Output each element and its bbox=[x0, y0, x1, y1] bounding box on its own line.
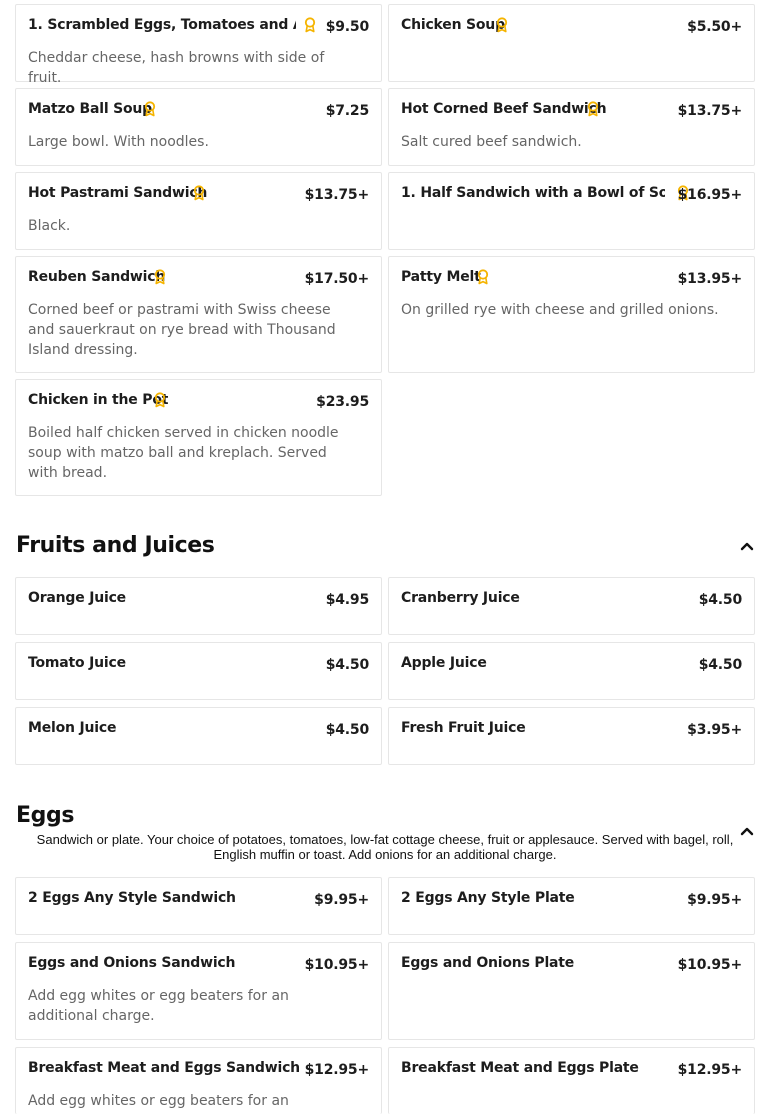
item-price: $12.95+ bbox=[304, 1062, 370, 1078]
menu-item-card[interactable]: Breakfast Meat and Eggs Plate $12.95+ bbox=[388, 1047, 755, 1114]
item-price: $5.50+ bbox=[687, 19, 742, 35]
award-ribbon-icon bbox=[193, 185, 205, 201]
item-name: Reuben Sandwich bbox=[28, 269, 166, 285]
menu-item-card[interactable]: Eggs and Onions Sandwich $10.95+ Add egg… bbox=[15, 942, 382, 1040]
item-price: $9.95+ bbox=[687, 892, 742, 908]
item-name: Hot Pastrami Sandwich bbox=[28, 185, 208, 201]
item-name: Chicken Soup bbox=[401, 17, 505, 33]
item-name: Matzo Ball Soup bbox=[28, 101, 152, 117]
item-price: $17.50+ bbox=[304, 271, 370, 287]
menu-item-card[interactable]: Fresh Fruit Juice $3.95+ bbox=[388, 707, 755, 765]
menu-item-card[interactable]: Breakfast Meat and Eggs Sandwich $12.95+… bbox=[15, 1047, 382, 1114]
section-title-fruits: Fruits and Juices bbox=[16, 533, 215, 558]
item-name: Breakfast Meat and Eggs Plate bbox=[401, 1060, 639, 1076]
item-price: $3.95+ bbox=[687, 722, 742, 738]
menu-item-card[interactable]: Melon Juice $4.50 bbox=[15, 707, 382, 765]
item-name: Chicken in the Pot bbox=[28, 392, 169, 408]
item-name: Hot Corned Beef Sandwich bbox=[401, 101, 607, 117]
item-price: $7.25 bbox=[325, 103, 369, 119]
item-name: Patty Melt bbox=[401, 269, 481, 285]
item-description: Add egg whites or egg beaters for an add… bbox=[28, 1093, 289, 1114]
item-price: $4.95 bbox=[325, 592, 369, 608]
item-price: $4.50 bbox=[698, 592, 742, 608]
item-name: Cranberry Juice bbox=[401, 590, 520, 606]
item-price: $13.75+ bbox=[677, 103, 743, 119]
menu-item-card[interactable]: 1. Scrambled Eggs, Tomatoes and Avo... $… bbox=[15, 4, 382, 86]
item-price: $10.95+ bbox=[677, 957, 743, 973]
menu-item-card[interactable]: Chicken in the Pot $23.95 Boiled half ch… bbox=[15, 379, 382, 496]
item-price: $23.95 bbox=[316, 394, 369, 410]
item-price: $13.95+ bbox=[677, 271, 743, 287]
item-description: Add egg whites or egg beaters for an add… bbox=[28, 988, 289, 1024]
item-name: Melon Juice bbox=[28, 720, 117, 736]
item-price: $9.50 bbox=[325, 19, 369, 35]
menu-item-card[interactable]: Cranberry Juice $4.50 bbox=[388, 577, 755, 635]
item-name: 1. Half Sandwich with a Bowl of Soup ... bbox=[401, 185, 665, 201]
item-description: On grilled rye with cheese and grilled o… bbox=[401, 302, 719, 318]
section-title-eggs: Eggs bbox=[16, 803, 75, 828]
item-price: $9.95+ bbox=[314, 892, 369, 908]
item-name: 2 Eggs Any Style Plate bbox=[401, 890, 575, 906]
award-ribbon-icon bbox=[144, 101, 156, 117]
menu-item-card[interactable]: Chicken Soup $5.50+ bbox=[388, 4, 755, 82]
item-price: $16.95+ bbox=[677, 187, 743, 203]
menu-item-card[interactable]: Orange Juice $4.95 bbox=[15, 577, 382, 635]
item-name: Breakfast Meat and Eggs Sandwich bbox=[28, 1060, 300, 1076]
item-description: Salt cured beef sandwich. bbox=[401, 134, 582, 150]
item-description: Cheddar cheese, hash browns with side of… bbox=[28, 50, 325, 86]
item-description: Boiled half chicken served in chicken no… bbox=[28, 425, 339, 481]
menu-item-card[interactable]: 2 Eggs Any Style Sandwich $9.95+ bbox=[15, 877, 382, 935]
menu-item-card[interactable]: Tomato Juice $4.50 bbox=[15, 642, 382, 700]
menu-item-card[interactable]: Apple Juice $4.50 bbox=[388, 642, 755, 700]
menu-item-card[interactable]: Reuben Sandwich $17.50+ Corned beef or p… bbox=[15, 256, 382, 373]
item-name: Fresh Fruit Juice bbox=[401, 720, 526, 736]
award-ribbon-icon bbox=[496, 17, 508, 33]
award-ribbon-icon bbox=[154, 269, 166, 285]
menu-item-card[interactable]: Hot Pastrami Sandwich $13.75+ Black. bbox=[15, 172, 382, 250]
award-ribbon-icon bbox=[477, 269, 489, 285]
item-price: $4.50 bbox=[698, 657, 742, 673]
menu-item-card[interactable]: 1. Half Sandwich with a Bowl of Soup ...… bbox=[388, 172, 755, 250]
menu-item-card[interactable]: Patty Melt $13.95+ On grilled rye with c… bbox=[388, 256, 755, 373]
item-name: Tomato Juice bbox=[28, 655, 126, 671]
item-name: Apple Juice bbox=[401, 655, 487, 671]
item-name: 1. Scrambled Eggs, Tomatoes and Avo... bbox=[28, 17, 296, 33]
award-ribbon-icon bbox=[304, 17, 316, 33]
item-name: Eggs and Onions Plate bbox=[401, 955, 575, 971]
item-price: $4.50 bbox=[325, 722, 369, 738]
item-price: $10.95+ bbox=[304, 957, 370, 973]
menu-item-card[interactable]: Matzo Ball Soup $7.25 Large bowl. With n… bbox=[15, 88, 382, 166]
item-name: 2 Eggs Any Style Sandwich bbox=[28, 890, 236, 906]
item-description: Large bowl. With noodles. bbox=[28, 134, 209, 150]
chevron-up-icon[interactable] bbox=[740, 539, 754, 553]
item-price: $12.95+ bbox=[677, 1062, 743, 1078]
menu-item-card[interactable]: 2 Eggs Any Style Plate $9.95+ bbox=[388, 877, 755, 935]
section-description: Sandwich or plate. Your choice of potato… bbox=[36, 832, 734, 862]
item-name: Orange Juice bbox=[28, 590, 126, 606]
item-price: $13.75+ bbox=[304, 187, 370, 203]
award-ribbon-icon bbox=[154, 392, 166, 408]
award-ribbon-icon bbox=[587, 101, 599, 117]
menu-item-card[interactable]: Hot Corned Beef Sandwich $13.75+ Salt cu… bbox=[388, 88, 755, 166]
item-name: Eggs and Onions Sandwich bbox=[28, 955, 236, 971]
menu-item-card[interactable]: Eggs and Onions Plate $10.95+ bbox=[388, 942, 755, 1040]
item-description: Black. bbox=[28, 218, 71, 234]
item-price: $4.50 bbox=[325, 657, 369, 673]
item-description: Corned beef or pastrami with Swiss chees… bbox=[28, 302, 336, 358]
